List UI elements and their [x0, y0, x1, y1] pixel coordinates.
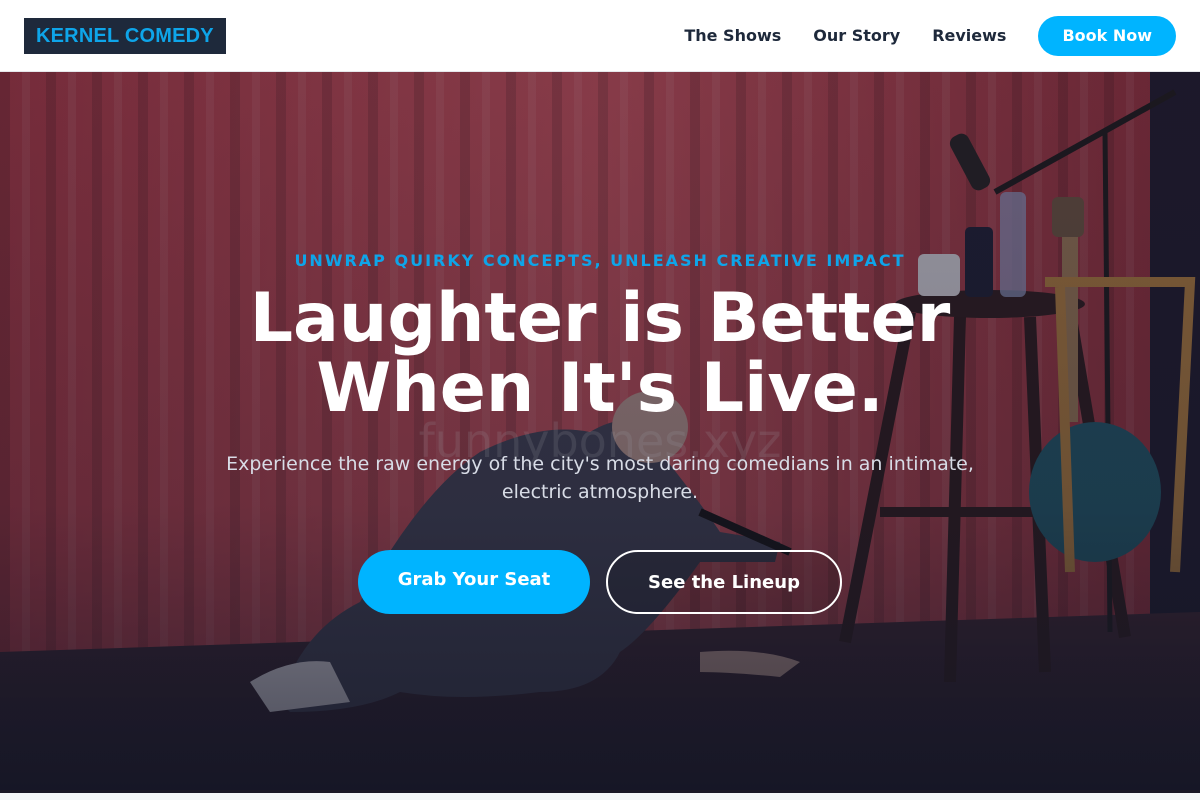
logo[interactable]: KERNEL COMEDY [24, 17, 226, 54]
hero-headline: Laughter is Better When It's Live. [249, 279, 951, 428]
hero-subtitle: Experience the raw energy of the city's … [226, 453, 974, 503]
hero-eyebrow: UNWRAP QUIRKY CONCEPTS, UNLEASH CREATIVE… [294, 251, 906, 270]
hero-section: funnybones.xyz UNWRAP QUIRKY CONCEPTS, U… [0, 72, 1200, 793]
grab-your-seat-button[interactable]: Grab Your Seat [358, 550, 590, 614]
nav-link-shows[interactable]: The Shows [684, 26, 781, 45]
main-nav: The Shows Our Story Reviews Book Now [684, 15, 1176, 56]
see-the-lineup-button[interactable]: See the Lineup [606, 550, 842, 614]
site-header: KERNEL COMEDY The Shows Our Story Review… [0, 0, 1200, 72]
hero-cta-row: Grab Your Seat See the Lineup [358, 550, 842, 614]
book-now-button[interactable]: Book Now [1038, 15, 1176, 56]
next-section-edge [0, 793, 1200, 800]
nav-link-story[interactable]: Our Story [813, 26, 900, 45]
hero-content: UNWRAP QUIRKY CONCEPTS, UNLEASH CREATIVE… [0, 250, 1200, 614]
nav-link-reviews[interactable]: Reviews [932, 26, 1006, 45]
